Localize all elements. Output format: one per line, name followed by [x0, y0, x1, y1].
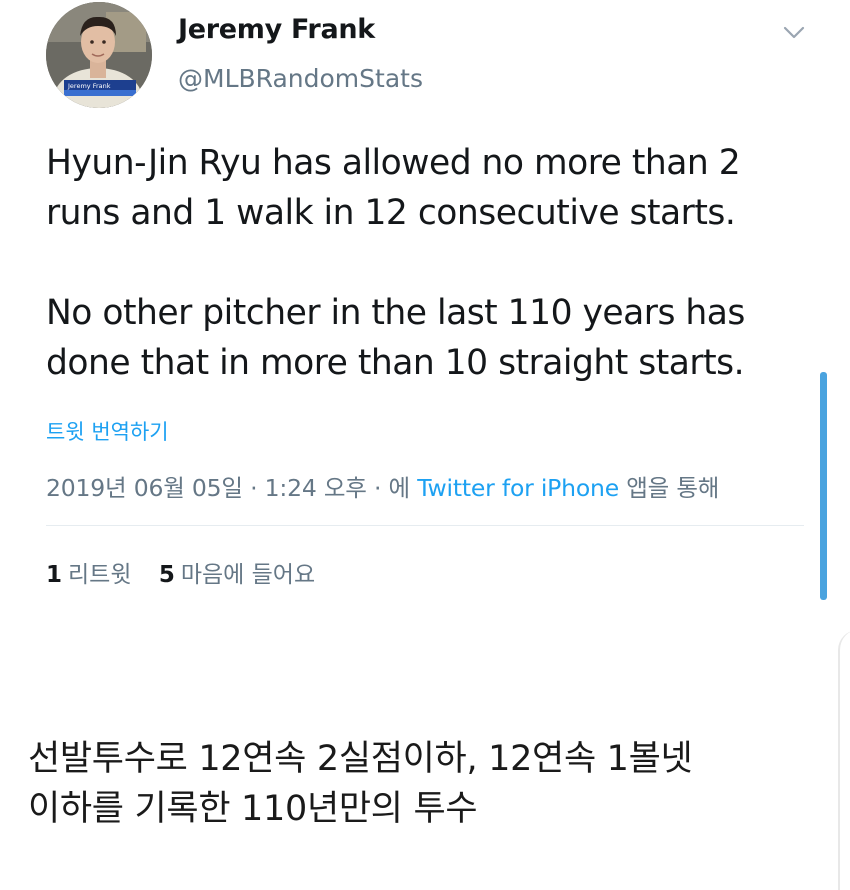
avatar-caption: Jeremy Frank [67, 82, 111, 90]
tweet-text-line: done that in more than 10 straight start… [46, 343, 745, 383]
tweet-date: 2019년 06월 05일 [46, 474, 243, 502]
tweet-text-line: Hyun-Jin Ryu has allowed no more than 2 [46, 143, 741, 183]
user-handle[interactable]: @MLBRandomStats [178, 64, 423, 93]
tweet-text: Hyun-Jin Ryu has allowed no more than 2 … [46, 138, 816, 388]
caption-line: 선발투수로 12연속 2실점이하, 12연속 1볼넷 [28, 739, 693, 779]
tweet-text-line: No other pitcher in the last 110 years h… [46, 293, 745, 333]
source-app-link[interactable]: Twitter for iPhone [417, 474, 619, 502]
chevron-down-icon[interactable] [780, 18, 808, 46]
display-name[interactable]: Jeremy Frank [178, 14, 375, 45]
caption: 선발투수로 12연속 2실점이하, 12연속 1볼넷 이하를 기록한 110년만… [28, 734, 828, 834]
avatar-image: Jeremy Frank [46, 2, 152, 108]
divider [46, 525, 804, 526]
retweet-count: 1 [46, 562, 63, 588]
via-suffix: 앱을 통해 [618, 474, 720, 502]
edge-panel [838, 630, 850, 890]
tweet-card: Jeremy Frank Jeremy Frank @MLBRandomStat… [0, 0, 850, 640]
scroll-indicator[interactable] [820, 372, 827, 600]
tweet-text-line: runs and 1 walk in 12 consecutive starts… [46, 193, 736, 233]
likes-stat[interactable]: 5 마음에 들어요 [159, 555, 315, 589]
retweets-stat[interactable]: 1 리트윗 [46, 555, 132, 589]
tweet-metadata: 2019년 06월 05일 · 1:24 오후 · 에 Twitter for … [46, 469, 719, 503]
via-prefix: 에 [388, 474, 418, 502]
avatar[interactable]: Jeremy Frank [46, 2, 152, 108]
like-count: 5 [158, 562, 175, 588]
engagement-stats: 1 리트윗 5 마음에 들어요 [46, 555, 315, 589]
meta-separator: · [242, 474, 265, 502]
retweet-label: 리트윗 [68, 562, 132, 588]
translate-tweet-link[interactable]: 트윗 번역하기 [46, 416, 169, 446]
tweet-time: 1:24 오후 [264, 474, 367, 502]
meta-separator: · [366, 474, 389, 502]
caption-line: 이하를 기록한 110년만의 투수 [28, 789, 478, 829]
like-label: 마음에 들어요 [180, 562, 316, 588]
